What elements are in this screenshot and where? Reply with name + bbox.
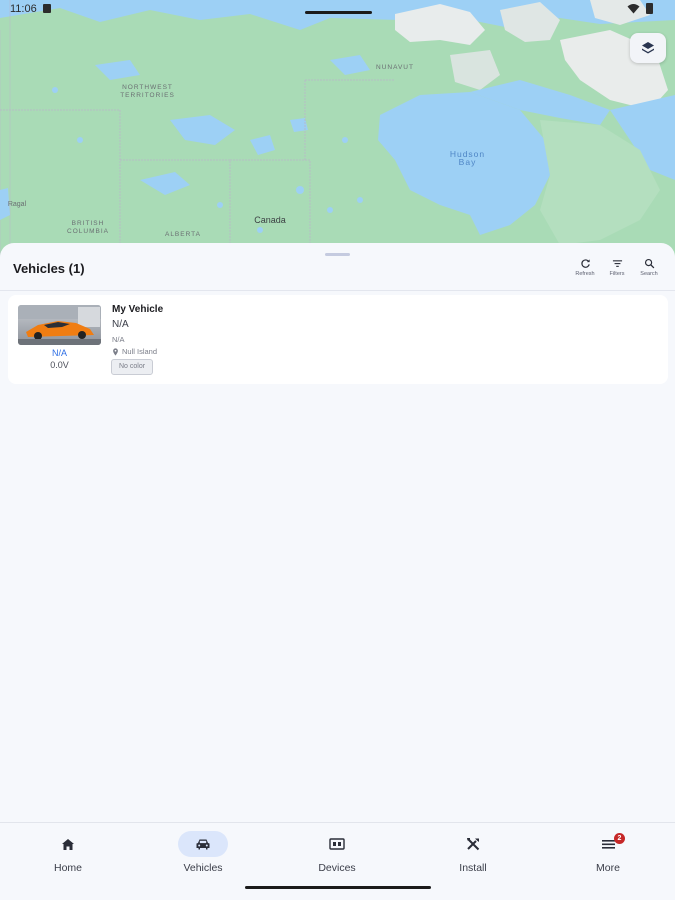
- map-view[interactable]: NORTHWEST TERRITORIES NUNAVUT Hudson Bay…: [0, 0, 675, 268]
- refresh-icon: [580, 259, 590, 268]
- notification-badge: 2: [614, 833, 625, 844]
- nav-item-more[interactable]: 2 More: [563, 831, 653, 879]
- vehicle-photo: [18, 305, 101, 345]
- search-icon: [644, 258, 654, 269]
- nav-devices-pill: [312, 831, 362, 857]
- location-pin-icon: [113, 347, 118, 356]
- device-icon: [329, 838, 345, 850]
- nav-item-devices[interactable]: Devices: [292, 831, 382, 879]
- sheet-header: Vehicles (1) Refresh Filters Search: [0, 243, 675, 291]
- car-icon: [196, 839, 210, 850]
- vehicle-status: N/A: [51, 348, 67, 358]
- status-notch: [305, 11, 372, 14]
- battery-icon: [646, 3, 653, 14]
- tools-icon: [466, 838, 479, 851]
- page-title: Vehicles (1): [13, 261, 85, 276]
- search-label: Search: [640, 271, 658, 277]
- search-button[interactable]: Search: [637, 258, 661, 277]
- vehicle-name: My Vehicle: [112, 304, 164, 315]
- vehicle-card[interactable]: N/A 0.0V My Vehicle N/A N/A Null Island …: [8, 295, 668, 384]
- nav-home-label: Home: [53, 862, 82, 874]
- nav-install-label: Install: [459, 862, 487, 874]
- status-bar: 11:06: [0, 0, 675, 20]
- map-label-edge: Ragal: [7, 201, 27, 208]
- vehicle-subtitle: N/A: [112, 335, 125, 344]
- filter-icon: [612, 260, 622, 267]
- nav-install-pill: [448, 831, 498, 857]
- map-layers-button[interactable]: [630, 33, 666, 63]
- nav-item-home[interactable]: Home: [23, 831, 113, 879]
- filters-label: Filters: [609, 271, 625, 277]
- nav-item-vehicles[interactable]: Vehicles: [158, 831, 248, 879]
- vehicle-photo-image: [18, 305, 101, 345]
- vehicles-sheet: Vehicles (1) Refresh Filters Search N/A …: [0, 243, 675, 823]
- nav-devices-label: Devices: [318, 862, 356, 874]
- layers-icon: [642, 42, 654, 54]
- refresh-label: Refresh: [575, 271, 595, 277]
- filters-button[interactable]: Filters: [605, 258, 629, 277]
- vehicle-location-label: Null Island: [122, 347, 158, 356]
- map-label-canada: Canada: [254, 215, 286, 225]
- home-indicator: [245, 886, 431, 889]
- map-label-northwest-territories: NORTHWEST TERRITORIES: [120, 84, 175, 99]
- nav-vehicles-pill: [178, 831, 228, 857]
- nav-vehicles-label: Vehicles: [183, 862, 223, 874]
- map-label-british-columbia: BRITISH COLUMBIA: [67, 220, 109, 235]
- header-actions: Refresh Filters Search: [573, 258, 661, 277]
- sim-icon: [43, 4, 51, 13]
- nav-item-install[interactable]: Install: [428, 831, 518, 879]
- vehicle-color-chip: No color: [111, 359, 154, 375]
- vehicle-location: Null Island: [112, 347, 157, 356]
- nav-more-pill: 2: [583, 831, 633, 857]
- nav-home-pill: [43, 831, 93, 857]
- nav-more-label: More: [596, 862, 620, 874]
- map-label-alberta: ALBERTA: [164, 231, 202, 238]
- wifi-icon: [627, 4, 640, 14]
- vehicle-voltage: 0.0V: [50, 360, 69, 370]
- refresh-button[interactable]: Refresh: [573, 258, 597, 277]
- status-time: 11:06: [10, 3, 37, 15]
- map-label-nunavut: NUNAVUT: [376, 64, 414, 71]
- home-icon: [62, 838, 74, 850]
- map-label-hudson-bay: Hudson Bay: [449, 149, 486, 167]
- vehicle-plate: N/A: [112, 319, 129, 330]
